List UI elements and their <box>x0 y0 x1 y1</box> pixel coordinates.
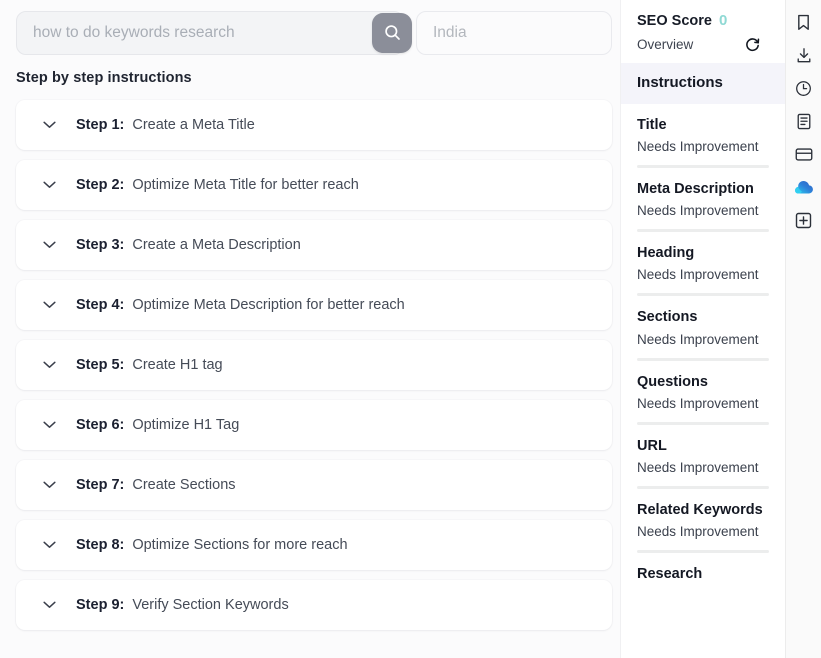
step-label: Step 2: <box>76 177 125 193</box>
country-input[interactable] <box>416 10 612 55</box>
step-text: Create Sections <box>132 477 236 493</box>
chevron-down-icon[interactable] <box>42 598 56 612</box>
metric-sections[interactable]: Sections Needs Improvement <box>621 296 785 361</box>
metric-research[interactable]: Research <box>621 553 785 583</box>
seo-score-header: SEO Score 0 Overview <box>621 12 785 53</box>
metric-status: Needs Improvement <box>637 459 759 475</box>
metric-status: Needs Improvement <box>637 331 759 347</box>
metric-name: URL <box>637 437 667 454</box>
right-icon-rail <box>785 0 821 658</box>
seo-side-panel: SEO Score 0 Overview Instructions Title … <box>620 0 785 658</box>
overview-row: Overview <box>637 35 769 53</box>
history-clock-icon[interactable] <box>794 78 814 98</box>
chevron-down-icon[interactable] <box>42 478 56 492</box>
metric-meta-description[interactable]: Meta Description Needs Improvement <box>621 168 785 233</box>
cloud-drive-icon[interactable] <box>794 177 814 197</box>
step-text: Optimize Sections for more reach <box>132 537 348 553</box>
step-label: Step 1: <box>76 117 125 133</box>
page-title: Step by step instructions <box>16 70 192 86</box>
step-text: Optimize Meta Title for better reach <box>132 177 359 193</box>
metric-status: Needs Improvement <box>637 395 759 411</box>
step-label: Step 8: <box>76 537 125 553</box>
chevron-down-icon[interactable] <box>42 298 56 312</box>
metric-status: Needs Improvement <box>637 139 759 155</box>
step-label: Step 5: <box>76 357 125 373</box>
chevron-down-icon[interactable] <box>42 238 56 252</box>
add-box-icon[interactable] <box>794 210 814 230</box>
metric-heading[interactable]: Heading Needs Improvement <box>621 232 785 297</box>
main-content: Step by step instructions Step 1: Create… <box>0 0 620 658</box>
chevron-down-icon[interactable] <box>42 418 56 432</box>
step-label: Step 6: <box>76 417 125 433</box>
keyword-search-wrapper <box>16 10 412 55</box>
search-toolbar <box>0 0 620 56</box>
metric-status: Needs Improvement <box>637 267 759 283</box>
step-card-8[interactable]: Step 8: Optimize Sections for more reach <box>16 520 612 570</box>
metric-name: Related Keywords <box>637 501 763 518</box>
chevron-down-icon[interactable] <box>42 118 56 132</box>
metric-name: Questions <box>637 373 708 390</box>
step-card-3[interactable]: Step 3: Create a Meta Description <box>16 220 612 270</box>
metric-name: Sections <box>637 309 698 326</box>
search-button[interactable] <box>372 12 412 53</box>
metric-status: Needs Improvement <box>637 203 759 219</box>
metric-title[interactable]: Title Needs Improvement <box>621 104 785 169</box>
metric-url[interactable]: URL Needs Improvement <box>621 425 785 489</box>
metric-name: Meta Description <box>637 181 754 198</box>
seo-score-row: SEO Score 0 <box>637 12 769 29</box>
seo-score-value: 0 <box>718 12 728 29</box>
step-label: Step 4: <box>76 297 125 313</box>
seo-score-label: SEO Score <box>637 13 712 29</box>
chevron-down-icon[interactable] <box>42 538 56 552</box>
wallet-card-icon[interactable] <box>794 144 814 164</box>
step-text: Create a Meta Title <box>132 117 255 133</box>
step-text: Create a Meta Description <box>132 237 301 253</box>
step-label: Step 7: <box>76 477 125 493</box>
steps-list: Step 1: Create a Meta Title Step 2: Opti… <box>0 86 620 650</box>
step-text: Verify Section Keywords <box>132 597 289 613</box>
refresh-icon[interactable] <box>743 35 761 53</box>
step-card-6[interactable]: Step 6: Optimize H1 Tag <box>16 400 612 450</box>
step-card-7[interactable]: Step 7: Create Sections <box>16 460 612 510</box>
step-text: Optimize H1 Tag <box>132 417 240 433</box>
sidebar-item-label: Instructions <box>637 74 723 91</box>
bookmark-icon[interactable] <box>794 12 814 32</box>
step-label: Step 9: <box>76 597 125 613</box>
step-card-4[interactable]: Step 4: Optimize Meta Description for be… <box>16 280 612 330</box>
download-icon[interactable] <box>794 45 814 65</box>
metric-name: Research <box>637 565 703 582</box>
keyword-search-input[interactable] <box>16 10 404 55</box>
metric-name: Heading <box>637 245 695 262</box>
chevron-down-icon[interactable] <box>42 358 56 372</box>
document-icon[interactable] <box>794 111 814 131</box>
search-icon <box>383 23 402 42</box>
chevron-down-icon[interactable] <box>42 178 56 192</box>
overview-label: Overview <box>637 36 694 52</box>
step-card-9[interactable]: Step 9: Verify Section Keywords <box>16 580 612 630</box>
step-card-1[interactable]: Step 1: Create a Meta Title <box>16 100 612 150</box>
metric-name: Title <box>637 117 667 133</box>
metric-status: Needs Improvement <box>637 523 759 539</box>
sidebar-item-instructions[interactable]: Instructions <box>621 63 785 104</box>
metric-related-keywords[interactable]: Related Keywords Needs Improvement <box>621 489 785 553</box>
metric-questions[interactable]: Questions Needs Improvement <box>621 361 785 425</box>
app-root: Step by step instructions Step 1: Create… <box>0 0 821 658</box>
step-card-2[interactable]: Step 2: Optimize Meta Title for better r… <box>16 160 612 210</box>
step-text: Create H1 tag <box>132 357 223 373</box>
step-card-5[interactable]: Step 5: Create H1 tag <box>16 340 612 390</box>
step-label: Step 3: <box>76 237 125 253</box>
step-text: Optimize Meta Description for better rea… <box>132 297 405 313</box>
